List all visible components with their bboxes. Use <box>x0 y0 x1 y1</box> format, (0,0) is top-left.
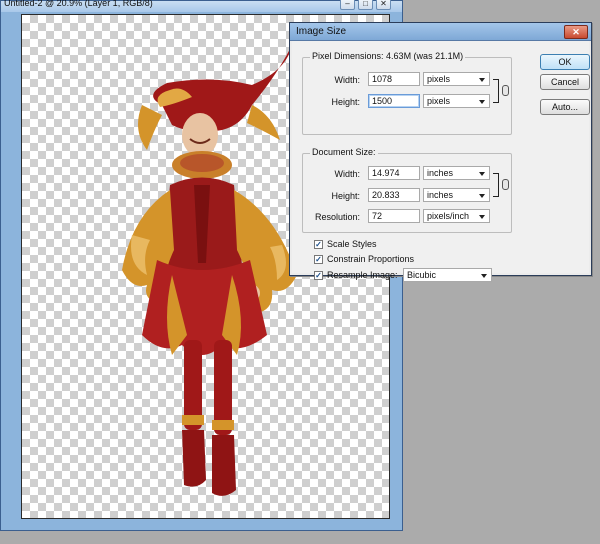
resolution-label: Resolution: <box>314 212 360 222</box>
resolution-unit-select[interactable]: pixels/inch <box>423 209 490 223</box>
resample-method-select[interactable]: Bicubic <box>403 268 492 282</box>
image-size-dialog: Image Size ✕ Pixel Dimensions: 4.63M (wa… <box>289 22 592 282</box>
scale-styles-label: Scale Styles <box>327 239 377 249</box>
auto-button[interactable]: Auto... <box>540 99 590 115</box>
doc-height-label: Height: <box>331 191 360 201</box>
resample-image-checkbox[interactable]: ✓ <box>314 271 323 280</box>
chain-link-icon <box>502 179 509 190</box>
document-title: Untitled-2 @ 20.9% (Layer 1, RGB/8) <box>4 0 153 8</box>
chevron-down-icon <box>479 100 485 104</box>
dialog-titlebar[interactable]: Image Size ✕ <box>290 23 591 41</box>
dialog-close-button[interactable]: ✕ <box>564 25 588 39</box>
pixel-dimensions-summary: 4.63M (was 21.1M) <box>386 51 464 61</box>
resolution-input[interactable]: 72 <box>368 209 420 223</box>
chevron-down-icon <box>479 172 485 176</box>
chevron-down-icon <box>479 215 485 219</box>
pixel-dimensions-label: Pixel Dimensions: 4.63M (was 21.1M) <box>310 51 466 61</box>
doc-width-input[interactable]: 14.974 <box>368 166 420 180</box>
doc-constrain-link <box>493 173 511 197</box>
ok-button[interactable]: OK <box>540 54 590 70</box>
doc-height-unit-select[interactable]: inches <box>423 188 490 202</box>
constrain-proportions-label: Constrain Proportions <box>327 254 415 264</box>
doc-width-unit-select[interactable]: inches <box>423 166 490 180</box>
pixel-constrain-link <box>493 79 511 103</box>
doc-width-label: Width: <box>334 169 360 179</box>
chevron-down-icon <box>479 194 485 198</box>
document-size-label: Document Size: <box>310 147 378 157</box>
chevron-down-icon <box>479 78 485 82</box>
chain-link-icon <box>502 85 509 96</box>
pixel-width-label: Width: <box>334 75 360 85</box>
pixel-height-input[interactable]: 1500 <box>368 94 420 108</box>
cancel-button[interactable]: Cancel <box>540 74 590 90</box>
pixel-width-unit-select[interactable]: pixels <box>423 72 490 86</box>
maximize-button[interactable]: □ <box>358 0 373 10</box>
pixel-width-input[interactable]: 1078 <box>368 72 420 86</box>
resample-image-label: Resample Image: <box>327 270 398 280</box>
close-document-button[interactable]: ✕ <box>376 0 391 10</box>
pixel-height-unit-select[interactable]: pixels <box>423 94 490 108</box>
chevron-down-icon <box>481 274 487 278</box>
pixel-height-label: Height: <box>331 97 360 107</box>
document-titlebar[interactable]: Untitled-2 @ 20.9% (Layer 1, RGB/8) – □ … <box>1 0 402 12</box>
scale-styles-checkbox[interactable]: ✓ <box>314 240 323 249</box>
dialog-title: Image Size <box>296 26 347 37</box>
constrain-proportions-checkbox[interactable]: ✓ <box>314 255 323 264</box>
dialog-body: Pixel Dimensions: 4.63M (was 21.1M) Widt… <box>292 41 590 282</box>
doc-height-input[interactable]: 20.833 <box>368 188 420 202</box>
minimize-button[interactable]: – <box>340 0 355 10</box>
